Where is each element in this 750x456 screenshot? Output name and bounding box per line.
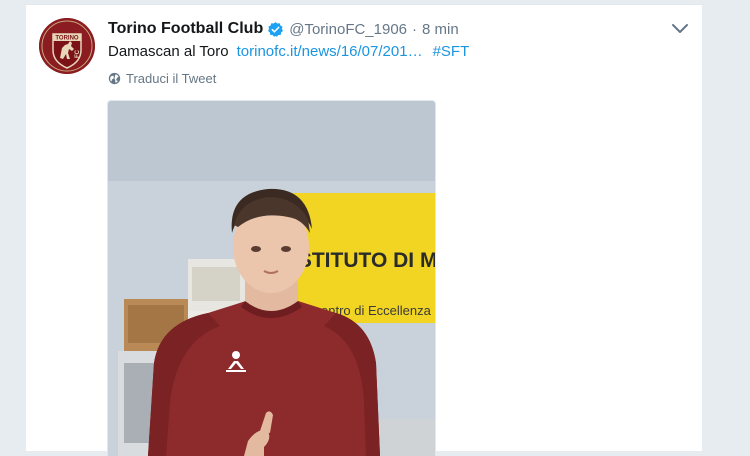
tweet-timestamp[interactable]: 8 min bbox=[422, 21, 459, 38]
banner-text: ISTITUTO DI M bbox=[292, 249, 435, 272]
tweet-body: Damascan al Toro bbox=[108, 43, 229, 60]
translate-label: Traduci il Tweet bbox=[126, 71, 217, 86]
logo-lettering-bottom: FC bbox=[75, 49, 81, 58]
chevron-down-icon bbox=[672, 24, 688, 33]
tweet-photo[interactable]: ISTITUTO DI M entro di Eccellenza bbox=[107, 100, 436, 456]
tweet-link[interactable]: torinofc.it/news/16/07/201… bbox=[237, 43, 423, 60]
separator-dot: · bbox=[412, 20, 418, 38]
author-name[interactable]: Torino Football Club bbox=[108, 20, 263, 38]
author-handle[interactable]: @TorinoFC_1906 bbox=[289, 21, 407, 38]
tweet-text: Damascan al Toro torinofc.it/news/16/07/2… bbox=[108, 41, 469, 63]
verified-badge-icon bbox=[268, 21, 284, 37]
tweet-menu-button[interactable] bbox=[670, 21, 690, 37]
globe-icon bbox=[108, 72, 121, 85]
tweet-header: Torino Football Club @TorinoFC_1906 · 8 … bbox=[108, 18, 459, 40]
player-photo-image: ISTITUTO DI M entro di Eccellenza bbox=[108, 101, 435, 456]
logo-lettering-top: TORINO bbox=[55, 36, 79, 42]
torino-logo-icon: TORINO FC bbox=[39, 18, 95, 74]
author-avatar[interactable]: TORINO FC bbox=[39, 18, 95, 74]
translate-tweet-button[interactable]: Traduci il Tweet bbox=[108, 71, 216, 86]
tweet-card[interactable]: TORINO FC Torino Football Club @TorinoFC… bbox=[25, 4, 703, 456]
tweet-hashtag[interactable]: #SFT bbox=[433, 43, 470, 60]
